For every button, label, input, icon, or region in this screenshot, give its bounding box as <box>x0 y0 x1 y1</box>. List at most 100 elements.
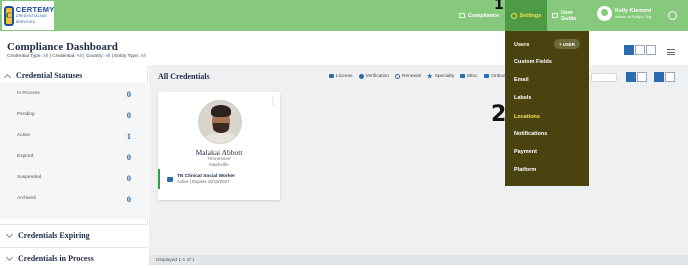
legend-specialty: Specialty <box>426 73 454 79</box>
verification-icon <box>358 73 364 79</box>
brand-tagline: CREDENTIALING SERVICES <box>15 13 47 24</box>
license-icon <box>167 176 173 182</box>
search-input[interactable] <box>591 73 617 82</box>
all-credentials-title: All Credentials <box>158 72 210 81</box>
annotation-mark-1: 1 <box>494 0 504 13</box>
menu-item-users[interactable]: Users <box>514 42 529 48</box>
legend-verification: Verification <box>358 73 389 79</box>
status-count: 0 <box>126 151 131 162</box>
credential-statuses-title: Credential Statuses <box>16 71 83 80</box>
chevron-down-icon <box>5 230 14 239</box>
misc-icon <box>460 74 466 78</box>
user-name: Kelly Klement <box>615 7 652 14</box>
status-row-suspended[interactable]: Suspended 0 <box>0 167 148 188</box>
filter-value[interactable]: All <box>140 54 145 59</box>
add-user-button[interactable]: + USER <box>554 39 580 49</box>
credentials-in-process-title: Credentials in Process <box>18 254 94 263</box>
top-bar: C CERTEMY CREDENTIALING SERVICES Complia… <box>0 0 688 31</box>
pagination-footer: Displayed 1-1 of 1 <box>149 255 688 265</box>
page-title: Compliance Dashboard <box>7 41 118 53</box>
nav-settings[interactable]: Settings <box>505 0 547 31</box>
legend-misc: Misc. <box>460 73 478 79</box>
settings-dropdown: Users + USER Custom Fields Email Labels … <box>505 31 589 186</box>
status-count: 1 <box>126 130 131 141</box>
credential-item[interactable]: TN Clinical Social Worker Active | Expir… <box>158 169 280 189</box>
person-city: Nashville <box>209 162 229 168</box>
sort-asc-button[interactable] <box>654 72 664 82</box>
legend-renewal: Renewal <box>395 73 421 79</box>
status-label: Active <box>17 133 31 138</box>
filter-value[interactable]: All <box>76 54 81 59</box>
status-label: Pending <box>17 112 35 117</box>
status-list: In Process 0 Pending 0 Active 1 Expired … <box>0 83 148 219</box>
credential-status: Active | Expires 10/15/2027 <box>177 179 230 184</box>
onboarding-icon <box>484 74 490 78</box>
sort-desc-button[interactable] <box>665 72 675 82</box>
filter-value[interactable]: All <box>43 54 48 59</box>
org-view-button[interactable] <box>635 45 645 55</box>
sidebar: Credential Statuses In Process 0 Pending… <box>0 65 148 269</box>
filter-value[interactable]: All <box>105 54 110 59</box>
status-count: 0 <box>126 109 131 120</box>
main-content: All Credentials License Verification Ren… <box>149 65 688 265</box>
nav-settings-label: Settings <box>519 12 542 19</box>
status-count: 0 <box>126 172 131 183</box>
header-view-buttons <box>624 45 656 55</box>
list-view-button[interactable] <box>637 72 647 82</box>
status-label: Archived <box>17 196 36 201</box>
filter-label: | Country: <box>83 54 104 59</box>
legend-license: License <box>329 73 353 79</box>
certemy-logo[interactable]: C CERTEMY CREDENTIALING SERVICES <box>2 1 54 30</box>
status-row-pending[interactable]: Pending 0 <box>0 104 148 125</box>
chevron-down-icon <box>5 253 14 262</box>
nav-user-guide-label: User Guide <box>560 9 577 22</box>
brand-name: CERTEMY <box>15 4 55 14</box>
user-menu[interactable]: Kelly Klement Admin at Kelly's Org <box>597 6 651 21</box>
sort-toggle <box>654 72 675 82</box>
people-view-button[interactable] <box>624 45 634 55</box>
filter-label: | Entity Type: <box>111 54 140 59</box>
menu-item-labels[interactable]: Labels <box>514 95 531 101</box>
renewal-icon <box>395 73 401 79</box>
menu-item-locations[interactable]: Locations <box>514 114 540 120</box>
license-icon <box>329 74 334 78</box>
book-icon <box>552 13 558 18</box>
menu-item-platform[interactable]: Platform <box>514 167 536 173</box>
status-row-archived[interactable]: Archived 0 <box>0 188 148 209</box>
power-icon[interactable] <box>668 11 677 20</box>
credential-statuses-header[interactable]: Credential Statuses <box>3 71 83 81</box>
filter-summary: Credential Type: All | Credential: All |… <box>7 54 146 59</box>
gear-icon <box>510 12 517 19</box>
credentials-in-process-header[interactable]: Credentials in Process <box>0 247 148 269</box>
menu-item-notifications[interactable]: Notifications <box>514 131 547 137</box>
status-row-active[interactable]: Active 1 <box>0 125 148 146</box>
status-row-expired[interactable]: Expired 0 <box>0 146 148 167</box>
status-count: 0 <box>126 193 131 204</box>
status-label: In Process <box>17 91 40 96</box>
annotation-mark-2: 2 <box>491 102 507 127</box>
status-count: 0 <box>126 88 131 99</box>
grid-view-button[interactable] <box>626 72 636 82</box>
star-icon <box>426 73 433 79</box>
nav-compliance-label: Compliance <box>468 12 500 19</box>
filter-label: | Credential: <box>49 54 76 59</box>
menu-item-payment[interactable]: Payment <box>514 149 537 155</box>
logo-badge-icon: C <box>4 5 14 26</box>
nav-user-guide[interactable]: User Guide <box>549 0 589 31</box>
status-row-in-process[interactable]: In Process 0 <box>0 83 148 104</box>
filter-menu-icon[interactable] <box>667 49 675 57</box>
chevron-up-icon <box>3 73 12 81</box>
person-name[interactable]: Malakai Abbott <box>158 148 280 157</box>
more-options-icon[interactable]: · · · <box>272 95 274 108</box>
menu-item-email[interactable]: Email <box>514 77 529 83</box>
view-toggle <box>626 72 647 82</box>
menu-item-custom-fields[interactable]: Custom Fields <box>514 59 552 65</box>
compliance-icon <box>459 13 465 18</box>
credential-type-legend: License Verification Renewal Specialty M… <box>329 73 516 79</box>
person-card[interactable]: · · · Malakai Abbott Tennessee Nashville T… <box>158 92 280 200</box>
person-photo <box>198 100 242 144</box>
credentials-expiring-header[interactable]: Credentials Expiring <box>0 224 148 246</box>
avatar <box>597 6 612 21</box>
status-label: Suspended <box>17 175 42 180</box>
user-view-button[interactable] <box>646 45 656 55</box>
